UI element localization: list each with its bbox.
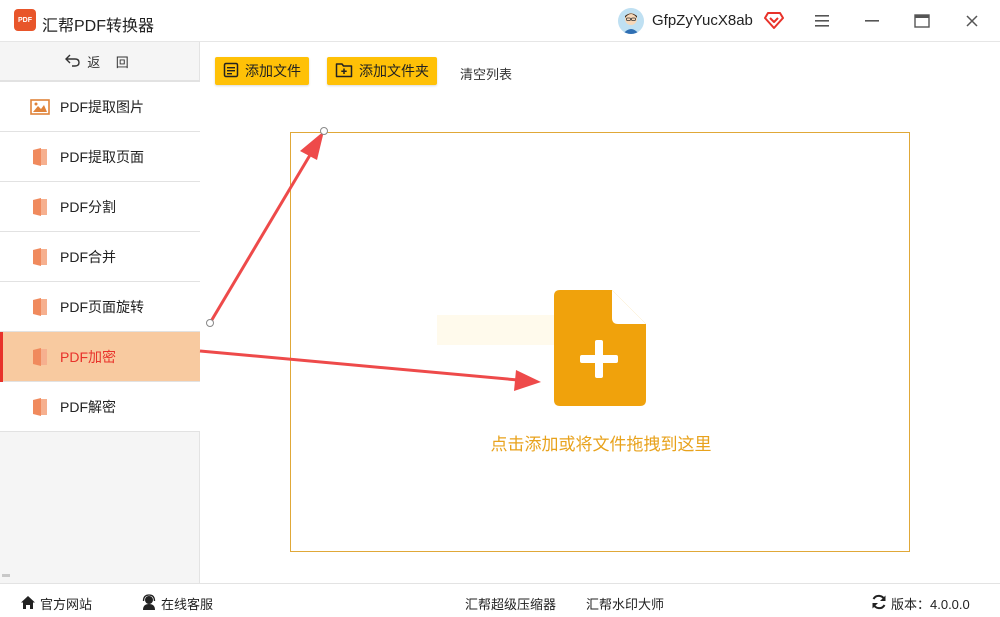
pdf-file-icon xyxy=(30,297,50,317)
maximize-icon[interactable] xyxy=(909,8,935,34)
clear-list-button[interactable]: 清空列表 xyxy=(460,64,512,83)
official-website-label: 官方网站 xyxy=(40,597,93,612)
drop-hint-text: 点击添加或将文件拖拽到这里 xyxy=(490,435,712,454)
add-folder-label: 添加文件夹 xyxy=(359,63,429,79)
sidebar-item-rotate[interactable]: PDF页面旋转 xyxy=(0,282,200,332)
menu-icon[interactable] xyxy=(809,8,835,34)
sidebar-item-label: PDF提取页面 xyxy=(60,148,144,165)
refresh-icon xyxy=(871,594,887,613)
sidebar-item-encrypt[interactable]: PDF加密 xyxy=(0,332,200,382)
add-file-icon[interactable] xyxy=(554,290,646,406)
drag-ghost-highlight xyxy=(437,315,557,345)
status-bar: 官方网站 在线客服 汇帮超级压缩器 汇帮水印大师 版本：4.0.0.0 xyxy=(0,583,1000,617)
headset-icon xyxy=(141,594,157,613)
online-support-label: 在线客服 xyxy=(161,597,214,612)
username[interactable]: GfpZyYucX8ab xyxy=(652,12,753,29)
back-button[interactable]: 返 回 xyxy=(0,42,200,82)
file-drop-zone[interactable]: 点击添加或将文件拖拽到这里 xyxy=(290,132,910,552)
version-info[interactable]: 版本：4.0.0.0 xyxy=(871,594,970,613)
image-icon xyxy=(30,97,50,117)
title-bar: PDF 汇帮PDF转换器 GfpZyYucX8ab xyxy=(0,0,1000,42)
folder-plus-icon xyxy=(335,62,353,81)
add-folder-button[interactable]: 添加文件夹 xyxy=(327,57,437,85)
file-list-icon xyxy=(223,62,239,81)
sidebar: 返 回 PDF提取图片 PDF提取页面 PDF分割 PDF合并 PDF页面旋转 xyxy=(0,42,200,583)
vip-diamond-icon[interactable] xyxy=(764,10,784,30)
sidebar-item-label: PDF提取图片 xyxy=(60,98,144,115)
app-title: 汇帮PDF转换器 xyxy=(42,18,155,35)
compressor-link[interactable]: 汇帮超级压缩器 xyxy=(465,594,556,613)
close-icon[interactable] xyxy=(959,8,985,34)
sidebar-item-split[interactable]: PDF分割 xyxy=(0,182,200,232)
official-website-link[interactable]: 官方网站 xyxy=(20,594,92,613)
add-file-button[interactable]: 添加文件 xyxy=(215,57,309,85)
sidebar-item-extract-images[interactable]: PDF提取图片 xyxy=(0,82,200,132)
pdf-file-icon xyxy=(30,147,50,167)
sidebar-item-label: PDF分割 xyxy=(60,198,116,215)
pdf-file-icon xyxy=(30,397,50,417)
sidebar-item-extract-pages[interactable]: PDF提取页面 xyxy=(0,132,200,182)
sidebar-item-decrypt[interactable]: PDF解密 xyxy=(0,382,200,432)
back-arrow-icon xyxy=(65,53,81,70)
watermark-link[interactable]: 汇帮水印大师 xyxy=(586,594,664,613)
sidebar-item-label: PDF加密 xyxy=(60,348,116,365)
home-icon xyxy=(20,595,36,613)
sidebar-item-label: PDF页面旋转 xyxy=(60,298,144,315)
resize-grip[interactable] xyxy=(2,574,10,577)
back-label: 返 回 xyxy=(87,54,135,70)
minimize-icon[interactable] xyxy=(859,8,885,34)
sidebar-item-label: PDF解密 xyxy=(60,398,116,415)
sidebar-item-merge[interactable]: PDF合并 xyxy=(0,232,200,282)
pdf-file-icon xyxy=(30,247,50,267)
version-label: 版本：4.0.0.0 xyxy=(891,597,970,612)
sidebar-item-label: PDF合并 xyxy=(60,248,116,265)
pdf-file-icon xyxy=(30,197,50,217)
add-file-label: 添加文件 xyxy=(245,63,301,79)
online-support-link[interactable]: 在线客服 xyxy=(141,594,213,613)
app-logo: PDF xyxy=(14,9,36,31)
pdf-file-icon xyxy=(30,347,50,367)
user-avatar[interactable] xyxy=(618,8,644,34)
